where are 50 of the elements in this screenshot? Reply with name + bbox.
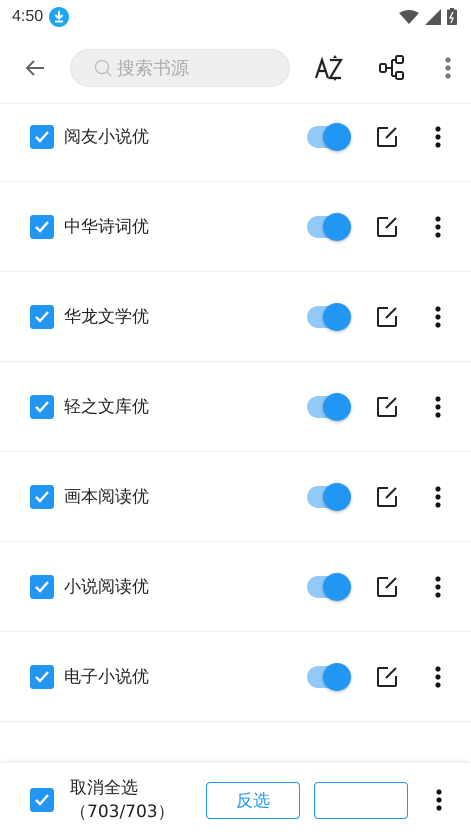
signal-icon	[425, 8, 441, 24]
select-all-label: 取消全选 （703/703）	[70, 777, 176, 824]
battery-icon	[447, 8, 457, 25]
checkmark-icon	[34, 398, 50, 414]
edit-icon[interactable]	[375, 304, 399, 328]
checkbox[interactable]	[30, 484, 54, 508]
edit-icon[interactable]	[375, 574, 399, 598]
checkbox[interactable]	[30, 574, 54, 598]
source-name: 画本阅读优	[64, 486, 150, 508]
checkbox[interactable]	[30, 664, 54, 688]
wifi-icon	[399, 10, 419, 24]
checkmark-icon	[34, 792, 50, 808]
checkmark-icon	[34, 488, 50, 504]
checkbox[interactable]	[30, 214, 54, 238]
source-name: 华龙文学优	[64, 306, 150, 328]
more-icon[interactable]	[435, 306, 441, 328]
edit-icon[interactable]	[375, 214, 399, 238]
edit-icon[interactable]	[375, 664, 399, 688]
more-icon[interactable]	[435, 126, 441, 148]
select-all-checkbox[interactable]	[30, 788, 54, 812]
search-icon	[94, 59, 112, 77]
edit-icon[interactable]	[375, 484, 399, 508]
edit-icon[interactable]	[375, 124, 399, 148]
more-icon[interactable]	[435, 216, 441, 238]
source-name: 小说阅读优	[64, 576, 150, 598]
source-name: 电子小说优	[64, 666, 150, 688]
source-name: 阅友小说优	[64, 126, 150, 148]
more-icon[interactable]	[435, 576, 441, 598]
checkbox[interactable]	[30, 124, 54, 148]
edit-icon[interactable]	[375, 394, 399, 418]
invert-selection-button[interactable]: 反选	[206, 782, 300, 818]
checkbox[interactable]	[30, 304, 54, 328]
checkmark-icon	[34, 668, 50, 684]
sort-icon[interactable]	[314, 54, 344, 82]
more-icon[interactable]	[436, 789, 442, 811]
checkmark-icon	[34, 578, 50, 594]
checkmark-icon	[34, 308, 50, 324]
source-name: 中华诗词优	[64, 216, 150, 238]
more-icon[interactable]	[435, 486, 441, 508]
group-icon[interactable]	[379, 55, 406, 81]
source-name: 轻之文库优	[64, 396, 150, 418]
status-time: 4:50	[12, 8, 44, 26]
checkbox[interactable]	[30, 394, 54, 418]
checkmark-icon	[34, 218, 50, 234]
more-icon[interactable]	[435, 396, 441, 418]
checkmark-icon	[34, 128, 50, 144]
more-icon[interactable]	[435, 666, 441, 688]
search-field[interactable]: 搜索书源	[70, 49, 290, 87]
action-button[interactable]	[314, 782, 408, 818]
download-icon	[49, 6, 70, 26]
